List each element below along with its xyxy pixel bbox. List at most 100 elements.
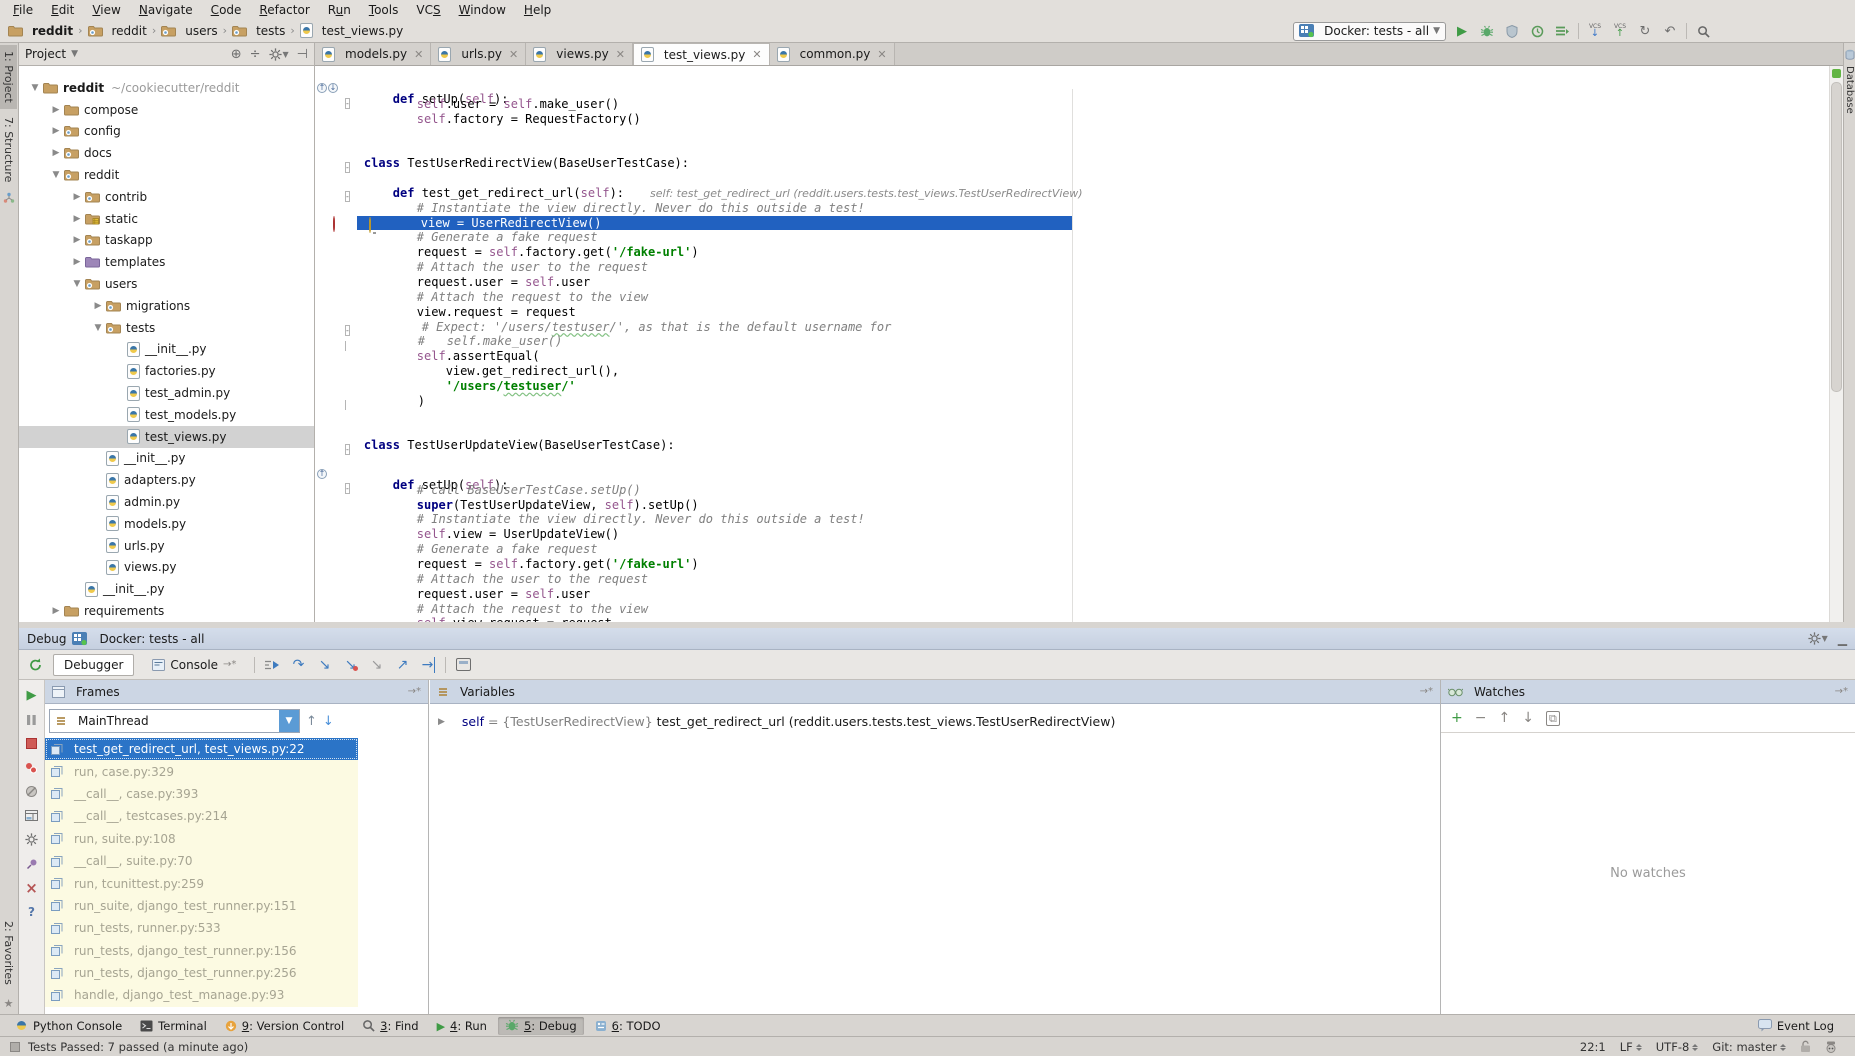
run-icon[interactable]: ▶ [1453, 22, 1471, 40]
expand-arrow-icon[interactable]: ▶ [69, 235, 85, 245]
code-line[interactable]: '/users/testuser/' [359, 379, 1829, 394]
tool-window-button--version-control[interactable]: 9: Version Control [218, 1017, 351, 1035]
tree-item-static[interactable]: ▶static [19, 208, 314, 230]
show-execution-point-icon[interactable] [263, 656, 281, 674]
tab-test_views-py[interactable]: test_views.py✕ [633, 43, 770, 65]
code-line[interactable]: -class TestUserRedirectView(BaseUserTest… [359, 156, 1829, 171]
add-watch-icon[interactable]: + [1451, 710, 1463, 726]
pause-icon[interactable] [24, 712, 40, 727]
tree-item-compose[interactable]: ▶compose [19, 99, 314, 121]
code-line[interactable] [359, 171, 1829, 186]
tool-window-button--todo[interactable]: 6: TODO [588, 1017, 668, 1035]
chevron-down-icon[interactable]: ▼ [279, 710, 299, 732]
fold-marker[interactable]: - [345, 325, 350, 336]
code-line[interactable]: request.user = self.user [359, 587, 1829, 602]
tree-item-tests[interactable]: ▼tests [19, 317, 314, 339]
inspection-status-icon[interactable] [1832, 69, 1841, 78]
remove-watch-icon[interactable]: − [1475, 710, 1487, 726]
tool-stripe-2-favorites[interactable]: 2: Favorites [0, 915, 17, 991]
close-icon[interactable]: ✕ [877, 48, 886, 61]
code-line[interactable]: self.assertEqual( [359, 349, 1829, 364]
frame-row[interactable]: __call__, testcases.py:214 [45, 805, 358, 827]
breadcrumb-item[interactable]: test_views.py [300, 23, 403, 38]
code-line[interactable]: # Instantiate the view directly. Never d… [359, 201, 1829, 216]
frame-row[interactable]: test_get_redirect_url, test_views.py:22 [45, 738, 358, 760]
tool-window-button-terminal[interactable]: Terminal [133, 1017, 214, 1035]
menu-item-refactor[interactable]: Refactor [250, 3, 318, 17]
close-icon[interactable]: ✕ [616, 48, 625, 61]
coverage-icon[interactable] [1503, 22, 1521, 40]
view-breakpoints-icon[interactable] [24, 760, 40, 775]
tree-item-__init__-py[interactable]: __init__.py [19, 339, 314, 361]
tree-item-docs[interactable]: ▶docs [19, 142, 314, 164]
help-icon[interactable]: ? [24, 904, 40, 919]
fold-marker[interactable]: - [345, 444, 350, 455]
code-line[interactable] [359, 423, 1829, 438]
tree-item-reddit[interactable]: ▼reddit~/cookiecutter/reddit [19, 77, 314, 99]
code-line[interactable]: # Attach the user to the request [359, 260, 1829, 275]
tab-views-py[interactable]: views.py✕ [526, 43, 633, 65]
tree-item-admin-py[interactable]: admin.py [19, 491, 314, 513]
expand-arrow-icon[interactable]: ▶ [438, 717, 445, 727]
resume-icon[interactable]: ▶ [24, 688, 40, 703]
vcs-update-icon[interactable]: VCS↓ [1586, 22, 1604, 40]
close-icon[interactable]: ✕ [752, 48, 761, 61]
tool-window-button-python-console[interactable]: Python Console [8, 1017, 129, 1035]
code-line[interactable] [359, 141, 1829, 156]
frame-row[interactable]: run_tests, django_test_runner.py:156 [45, 940, 358, 962]
tree-item-reddit[interactable]: ▼reddit [19, 164, 314, 186]
fold-marker[interactable]: - [345, 483, 350, 494]
settings-icon[interactable] [24, 832, 40, 847]
expand-arrow-icon[interactable]: ▶ [48, 148, 64, 158]
override-method-icons[interactable]: ↑↓ [317, 83, 1787, 93]
chevron-down-icon[interactable]: ▼ [71, 49, 78, 59]
code-line[interactable]: # self.make_user() [359, 334, 1829, 349]
tree-item-contrib[interactable]: ▶contrib [19, 186, 314, 208]
code-line[interactable]: ) [359, 394, 1829, 409]
frame-row[interactable]: run_tests, runner.py:533 [45, 917, 358, 939]
menu-item-vcs[interactable]: VCS [407, 3, 449, 17]
code-line[interactable]: - # Expect: '/users/testuser/', as that … [359, 320, 1829, 335]
run-configurations-icon[interactable] [1553, 22, 1571, 40]
code-line[interactable]: request = self.factory.get('/fake-url') [359, 245, 1829, 260]
tool-window-button--run[interactable]: ▶4: Run [430, 1017, 494, 1035]
tree-item-models-py[interactable]: models.py [19, 513, 314, 535]
menu-item-help[interactable]: Help [515, 3, 560, 17]
encoding-select[interactable]: UTF-8 [1656, 1040, 1699, 1054]
tool-stripe-database[interactable]: Database [1844, 43, 1855, 120]
evaluate-expression-icon[interactable] [454, 656, 472, 674]
tool-stripe-7-structure[interactable]: 7: Structure [0, 111, 17, 188]
expand-arrow-icon[interactable]: ▶ [69, 192, 85, 202]
code-line[interactable] [359, 127, 1829, 142]
locate-icon[interactable]: ⊕ [231, 47, 242, 62]
code-line[interactable]: request.user = self.user [359, 275, 1829, 290]
expand-arrow-icon[interactable]: ▶ [69, 214, 85, 224]
collapse-arrow-icon[interactable]: ▼ [48, 170, 64, 180]
code-line[interactable]: # Attach the user to the request [359, 572, 1829, 587]
pin-icon[interactable] [24, 856, 40, 871]
event-log-button[interactable]: Event Log [1751, 1017, 1841, 1035]
breadcrumb-item[interactable]: reddit [88, 24, 147, 38]
mute-breakpoints-icon[interactable] [24, 784, 40, 799]
float-icon[interactable]: →* [1835, 686, 1848, 697]
fold-marker[interactable] [345, 400, 346, 410]
tree-item-templates[interactable]: ▶templates [19, 251, 314, 273]
frame-row[interactable]: run, case.py:329 [45, 760, 358, 782]
override-method-icon[interactable]: ↑ [317, 469, 1787, 479]
move-down-icon[interactable]: ↓ [1522, 710, 1534, 726]
execution-line[interactable]: view = UserRedirectView() [359, 216, 1829, 231]
menu-item-tools[interactable]: Tools [360, 3, 408, 17]
inspections-profile-icon[interactable] [1825, 1041, 1837, 1053]
tree-item-requirements[interactable]: ▶requirements [19, 600, 314, 622]
minimize-icon[interactable]: ▁ [1838, 632, 1847, 646]
tool-window-button--debug[interactable]: 5: Debug [498, 1017, 584, 1035]
tab-debugger[interactable]: Debugger [53, 654, 134, 676]
debug-icon[interactable] [1478, 22, 1496, 40]
tab-urls-py[interactable]: urls.py✕ [431, 43, 526, 65]
collapse-arrow-icon[interactable]: ▼ [27, 83, 43, 93]
code-line[interactable]: self.factory = RequestFactory() [359, 112, 1829, 127]
frame-row[interactable]: run, suite.py:108 [45, 828, 358, 850]
stop-icon[interactable] [24, 736, 40, 751]
move-up-icon[interactable]: ↑ [1498, 710, 1510, 726]
variable-row[interactable]: ▶ self = {TestUserRedirectView} test_get… [430, 704, 1440, 729]
